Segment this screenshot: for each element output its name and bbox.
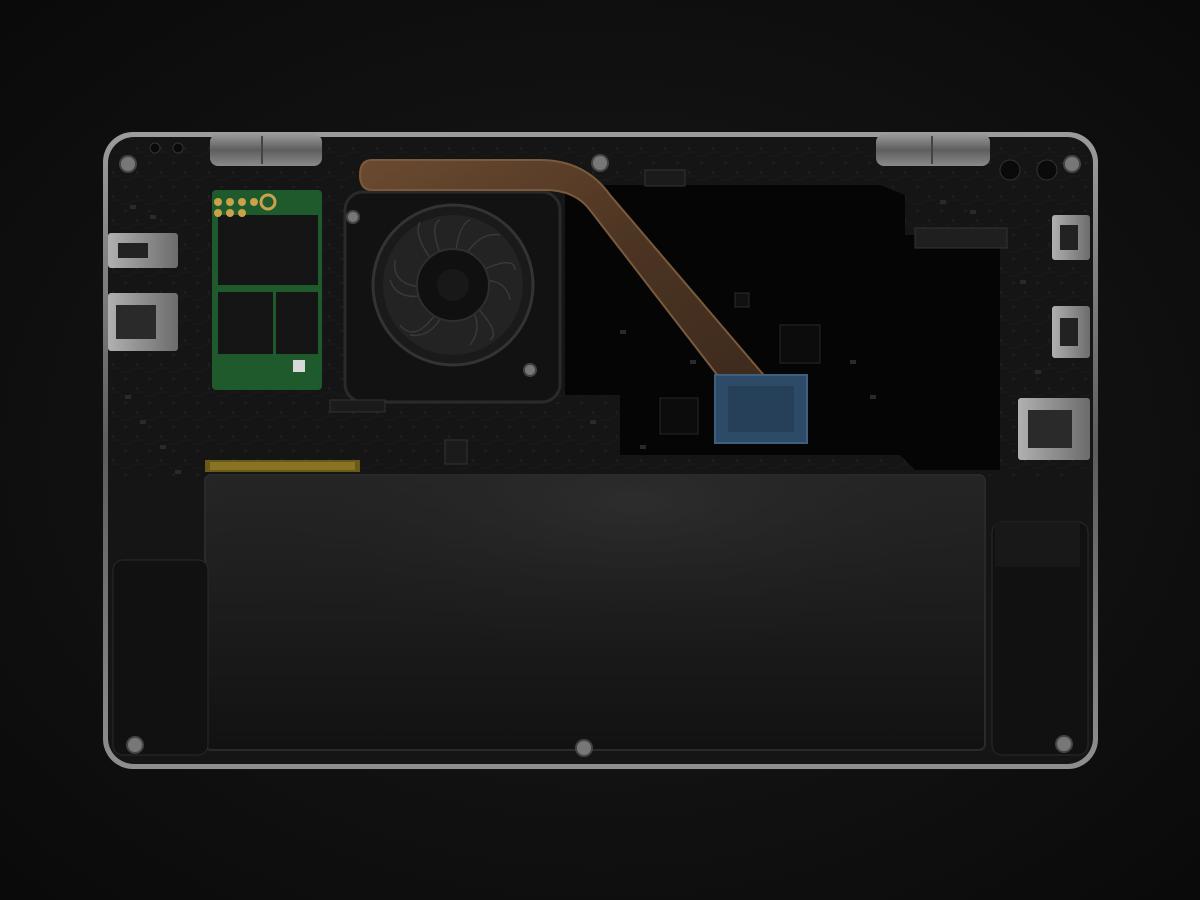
connector [914,227,1008,249]
chip [779,324,821,364]
ssd-chip [218,292,273,354]
chip [659,397,699,435]
ssd-chip [218,215,318,285]
chip [734,292,750,308]
left-speaker [112,559,209,756]
laptop-internals-photo [0,0,1200,900]
left-hinge [210,134,322,166]
